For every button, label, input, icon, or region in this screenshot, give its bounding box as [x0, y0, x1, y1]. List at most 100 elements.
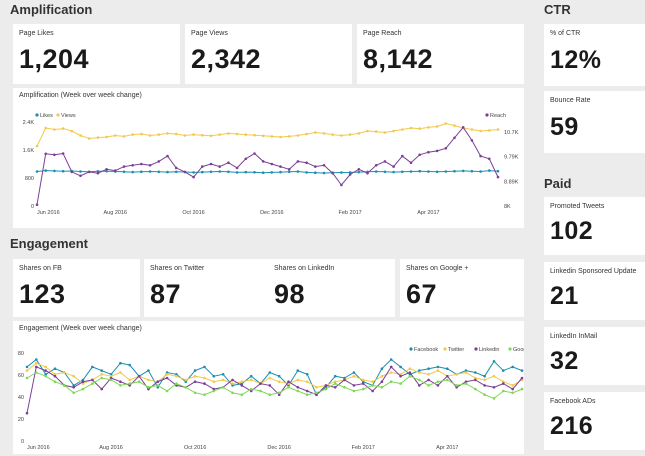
data-point	[352, 371, 356, 374]
legend-label-google: Google+	[513, 347, 524, 353]
stat-label: Shares on Twitter	[150, 265, 205, 272]
data-point	[409, 126, 413, 130]
data-point	[235, 171, 239, 174]
y-tick-label: 2.4K	[23, 120, 35, 126]
stat-label: Shares on Google +	[406, 265, 469, 272]
data-point	[79, 134, 82, 137]
data-point	[357, 132, 361, 135]
data-point	[315, 391, 318, 395]
stat-label: Shares on LinkedIn	[274, 265, 335, 272]
data-point	[87, 137, 91, 140]
y-right-tick-label: 10.7K	[504, 130, 519, 136]
data-point	[44, 152, 47, 156]
data-point	[296, 134, 300, 137]
data-point	[389, 365, 393, 369]
data-point	[427, 378, 430, 382]
data-point	[511, 365, 514, 369]
data-point	[212, 374, 216, 378]
data-point	[409, 170, 413, 173]
data-point	[453, 124, 456, 127]
data-point	[221, 386, 225, 389]
data-point	[399, 365, 402, 369]
x-tick-label: Aug 2016	[99, 445, 123, 451]
legend-marker-likes	[35, 113, 39, 117]
data-point	[446, 378, 449, 382]
data-point	[140, 170, 143, 173]
legend-marker-linkedin	[474, 347, 478, 351]
data-point	[137, 380, 141, 383]
data-point	[244, 157, 248, 161]
data-point	[380, 380, 384, 383]
data-point	[418, 127, 422, 130]
data-point	[122, 165, 126, 168]
data-point	[483, 378, 486, 382]
data-point	[479, 129, 482, 133]
data-point	[331, 171, 335, 175]
data-point	[305, 132, 308, 136]
data-point	[343, 378, 346, 382]
data-point	[235, 132, 239, 136]
data-point	[314, 171, 317, 174]
data-point	[418, 153, 422, 157]
y-right-tick-label: 8K	[504, 204, 511, 210]
y-tick-label: 40	[18, 395, 24, 401]
data-point	[63, 371, 66, 374]
page-reach-card: Page Reach 8,142	[357, 24, 524, 84]
data-point	[287, 168, 291, 171]
data-point	[53, 380, 57, 383]
data-point	[277, 391, 281, 395]
data-point	[131, 133, 134, 136]
y-tick-label: 60	[18, 373, 24, 379]
data-point	[418, 384, 421, 387]
y-tick-label: 0	[21, 439, 24, 445]
data-point	[231, 391, 234, 395]
data-point	[109, 378, 113, 382]
legend-label-views: Views	[61, 113, 76, 119]
linkedin-inmail-card: LinkedIn InMail 32	[544, 327, 645, 385]
data-point	[401, 154, 404, 158]
data-point	[279, 170, 282, 174]
data-point	[100, 373, 103, 376]
data-point	[35, 144, 39, 148]
data-point	[147, 369, 150, 372]
data-point	[72, 374, 75, 378]
data-point	[35, 170, 39, 173]
legend-label-reach: Reach	[490, 113, 506, 119]
data-point	[35, 365, 38, 369]
stat-label: Promoted Tweets	[550, 203, 605, 210]
data-point	[218, 165, 221, 168]
y-tick-label: 80	[18, 351, 24, 357]
data-point	[35, 358, 38, 361]
data-point	[305, 171, 308, 174]
data-point	[100, 376, 103, 380]
data-point	[470, 139, 474, 142]
stat-value: 8,142	[363, 44, 434, 74]
data-point	[70, 129, 74, 133]
data-point	[436, 365, 440, 369]
data-point	[511, 391, 514, 395]
series-line-reach	[36, 126, 499, 205]
data-point	[511, 387, 514, 391]
data-point	[444, 122, 448, 125]
data-point	[427, 150, 430, 154]
stat-label: LinkedIn InMail	[550, 333, 598, 340]
data-point	[114, 134, 117, 137]
data-point	[91, 365, 94, 369]
data-point	[253, 152, 256, 155]
data-point	[63, 384, 66, 387]
stat-label: Bounce Rate	[550, 97, 591, 104]
data-point	[371, 389, 374, 393]
data-point	[511, 384, 514, 387]
data-point	[240, 380, 244, 383]
data-point	[277, 380, 281, 383]
data-point	[235, 166, 239, 170]
data-point	[287, 135, 291, 138]
data-point	[227, 132, 230, 135]
data-point	[148, 134, 152, 137]
x-tick-label: Dec 2016	[267, 445, 291, 451]
data-point	[221, 373, 225, 376]
shares-fb-card: Shares on FB 123	[13, 259, 140, 317]
data-point	[461, 169, 465, 173]
y-tick-label: 1.6K	[23, 148, 35, 154]
data-point	[81, 380, 85, 383]
